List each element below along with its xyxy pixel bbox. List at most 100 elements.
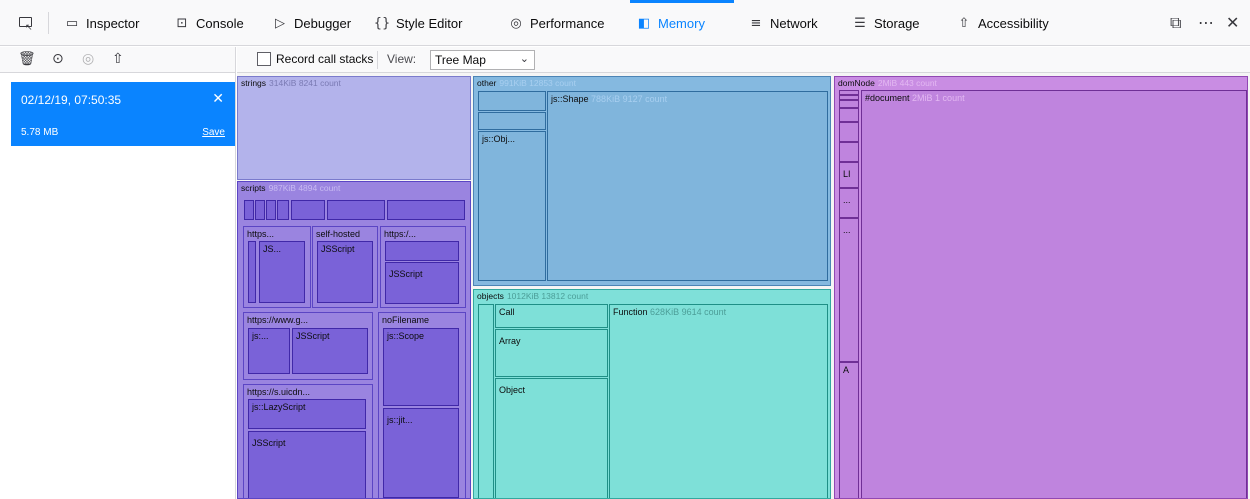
treemap-cell-shape[interactable]: js::Shape 788KiB 9127 count xyxy=(547,91,828,281)
treemap-node-self-hosted[interactable]: self-hosted JSScript xyxy=(312,226,378,308)
style-editor-icon: {} xyxy=(373,15,391,31)
diff-snapshots-icon[interactable]: ◎ xyxy=(82,51,94,67)
tab-storage[interactable]: ☰ Storage xyxy=(846,0,926,46)
treemap-cell-document[interactable]: #document 2MiB 1 count xyxy=(861,90,1247,498)
treemap-cell[interactable]: ... xyxy=(839,218,859,362)
clear-snapshots-icon[interactable]: 🗑 xyxy=(18,51,36,67)
treemap-node-https2[interactable]: https:/... JSScript xyxy=(380,226,466,308)
treemap[interactable]: strings 314KiB 8241 count scripts 987KiB 4… xyxy=(237,73,1250,499)
treemap-node-other[interactable]: other 991KiB 12853 count js::Obj... js::S… xyxy=(473,76,831,286)
treemap-node-https[interactable]: https... JS... xyxy=(243,226,311,308)
memory-icon: ◧ xyxy=(637,15,651,31)
treemap-node-https-www[interactable]: https://www.g... js:... JSScript xyxy=(243,312,373,380)
chevron-down-icon: ⌄ xyxy=(519,52,529,65)
network-icon: ≡ xyxy=(750,15,762,31)
import-snapshot-icon[interactable]: ⇧ xyxy=(112,51,124,67)
tab-network[interactable]: ≡ Network xyxy=(742,0,824,46)
treemap-node-strings[interactable]: strings 314KiB 8241 count xyxy=(237,76,471,180)
delete-snapshot-icon[interactable]: ✕ xyxy=(212,91,224,107)
node-label: strings 314KiB 8241 count xyxy=(241,78,341,88)
treemap-cell[interactable]: ... xyxy=(839,188,859,218)
treemap-cell-li[interactable]: LI xyxy=(839,162,859,188)
treemap-cell-jit[interactable]: js::jit... xyxy=(383,408,459,498)
treemap-cell-jsscript[interactable]: JSScript xyxy=(248,431,366,498)
tab-label: Memory xyxy=(658,15,705,31)
treemap-cell-jsscript[interactable]: JSScript xyxy=(385,262,459,304)
view-select[interactable]: Tree Map ⌄ xyxy=(430,50,535,70)
node-label: domNode 2MiB 443 count xyxy=(838,78,937,88)
treemap-cell[interactable] xyxy=(255,200,265,220)
treemap-cell[interactable] xyxy=(839,122,859,142)
memory-toolbar: Record call stacks View: Tree Map ⌄ xyxy=(237,47,1250,73)
record-call-stacks-checkbox[interactable] xyxy=(257,52,271,66)
treemap-cell-call[interactable]: Call xyxy=(495,304,608,328)
treemap-cell[interactable] xyxy=(277,200,289,220)
treemap-cell-object[interactable]: Object xyxy=(495,378,608,498)
tab-debugger[interactable]: ▷ Debugger xyxy=(266,0,357,46)
treemap-cell[interactable] xyxy=(478,112,546,130)
tab-performance[interactable]: ◎ Performance xyxy=(502,0,610,46)
treemap-cell-obj[interactable]: js::Obj... xyxy=(478,131,546,281)
treemap-cell[interactable] xyxy=(839,108,859,122)
storage-icon: ☰ xyxy=(854,15,866,31)
tab-accessibility[interactable]: ⇧ Accessibility xyxy=(950,0,1055,46)
performance-icon: ◎ xyxy=(510,15,522,31)
save-snapshot-link[interactable]: Save xyxy=(202,127,225,138)
treemap-cell[interactable] xyxy=(839,100,859,108)
tab-label: Accessibility xyxy=(978,15,1049,31)
treemap-node-objects[interactable]: objects 1012KiB 13812 count Call Array Ob… xyxy=(473,289,831,499)
snapshot-list: 02/12/19, 07:50:35 ✕ 5.78 MB Save xyxy=(0,73,236,499)
console-icon: ⊡ xyxy=(176,15,188,31)
treemap-node-scripts[interactable]: scripts 987KiB 4894 count https... JS... … xyxy=(237,181,471,499)
treemap-cell[interactable] xyxy=(248,241,256,303)
treemap-cell-function[interactable]: Function 628KiB 9614 count xyxy=(609,304,828,498)
tab-style-editor[interactable]: {} Style Editor xyxy=(368,0,468,46)
node-label: other 991KiB 12853 count xyxy=(477,78,576,88)
treemap-cell[interactable] xyxy=(327,200,385,220)
tab-label: Console xyxy=(196,15,244,31)
snapshot-toolbar: 🗑 ⊙ ◎ ⇧ xyxy=(0,47,236,73)
treemap-cell-jsscript[interactable]: JSScript xyxy=(292,328,368,374)
snapshot-size: 5.78 MB xyxy=(21,127,59,138)
view-label: View: xyxy=(387,52,417,66)
tab-console[interactable]: ⊡ Console xyxy=(168,0,250,46)
element-picker-icon[interactable]: ↖ xyxy=(18,15,34,32)
dock-icon[interactable]: ⧉ xyxy=(1170,13,1181,33)
more-options-icon[interactable]: ⋯ xyxy=(1198,13,1214,32)
treemap-cell[interactable] xyxy=(244,200,254,220)
treemap-cell[interactable] xyxy=(839,142,859,162)
treemap-node-https-s[interactable]: https://s.uicdn... js::LazyScript JSScri… xyxy=(243,384,373,498)
treemap-node-domnode[interactable]: domNode 2MiB 443 count LI ... ... A #docu… xyxy=(834,76,1248,499)
treemap-cell-a[interactable]: A xyxy=(839,362,859,498)
treemap-cell[interactable] xyxy=(478,304,494,498)
tab-label: Performance xyxy=(530,15,605,31)
devtools-toolbar: ↖ ▭ Inspector ⊡ Console ▷ Debugger {} St… xyxy=(0,0,1250,46)
treemap-cell-js[interactable]: js:... xyxy=(248,328,290,374)
toolbar-separator xyxy=(48,12,49,34)
close-icon[interactable]: ✕ xyxy=(1226,13,1239,32)
treemap-cell[interactable] xyxy=(266,200,276,220)
treemap-cell-array[interactable]: Array xyxy=(495,329,608,377)
toolbar-separator xyxy=(377,51,378,69)
tab-inspector[interactable]: ▭ Inspector xyxy=(58,0,145,46)
tab-memory[interactable]: ◧ Memory xyxy=(630,0,734,46)
take-snapshot-icon[interactable]: ⊙ xyxy=(52,51,64,67)
treemap-cell[interactable] xyxy=(387,200,465,220)
tab-label: Storage xyxy=(874,15,920,31)
node-label: scripts 987KiB 4894 count xyxy=(241,183,341,193)
treemap-cell-js[interactable]: JS... xyxy=(259,241,305,303)
treemap-cell-scope[interactable]: js::Scope xyxy=(383,328,459,406)
treemap-cell[interactable] xyxy=(478,91,546,111)
treemap-cell[interactable] xyxy=(291,200,325,220)
tab-label: Inspector xyxy=(86,15,140,31)
accessibility-icon: ⇧ xyxy=(958,15,970,31)
treemap-cell[interactable] xyxy=(385,241,459,261)
view-select-value: Tree Map xyxy=(435,53,486,67)
record-call-stacks-label[interactable]: Record call stacks xyxy=(276,52,373,66)
treemap-node-nofilename[interactable]: noFilename js::Scope js::jit... xyxy=(378,312,466,498)
treemap-cell-lazyscript[interactable]: js::LazyScript xyxy=(248,399,366,429)
snapshot-item[interactable]: 02/12/19, 07:50:35 ✕ 5.78 MB Save xyxy=(11,82,235,146)
tab-label: Debugger xyxy=(294,15,352,31)
tab-label: Style Editor xyxy=(396,15,463,31)
treemap-cell-jsscript[interactable]: JSScript xyxy=(317,241,373,303)
